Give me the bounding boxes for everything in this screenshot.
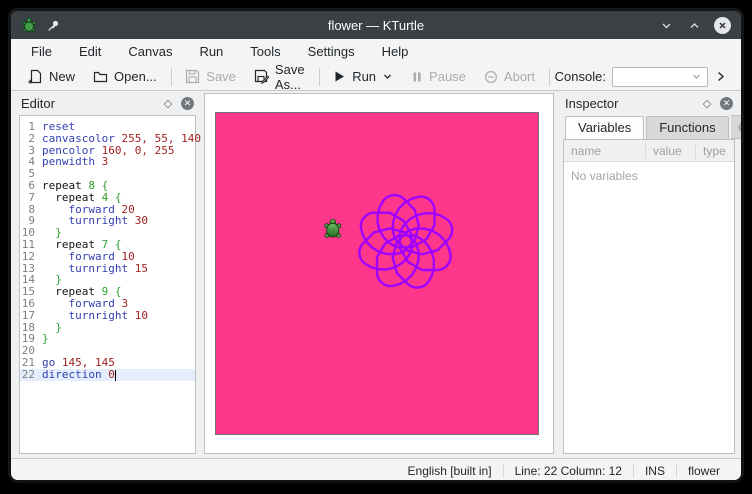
toolbar-separator (319, 68, 320, 86)
line-number: 7 (20, 192, 39, 204)
editor-panel-header: Editor ◇ ✕ (15, 93, 200, 113)
menu-run[interactable]: Run (199, 44, 223, 59)
tab-scroll-left-icon[interactable]: ❮ (737, 122, 742, 133)
save-as-icon (254, 69, 269, 84)
console-label: Console: (555, 69, 606, 84)
inspector-panel-header: Inspector ◇ ✕ (559, 93, 739, 113)
menu-help[interactable]: Help (382, 44, 409, 59)
variables-table-header: name value type (564, 140, 734, 162)
line-number: 22 (20, 369, 39, 381)
tab-variables[interactable]: Variables (565, 116, 644, 139)
status-language: English [built in] (397, 464, 503, 478)
code-editor[interactable]: 1reset2canvascolor 255, 55, 1403pencolor… (19, 115, 196, 454)
status-insert-mode: INS (634, 464, 676, 478)
line-number: 2 (20, 133, 39, 145)
tab-functions[interactable]: Functions (646, 116, 728, 139)
editor-panel: Editor ◇ ✕ 1reset2canvascolor 255, 55, 1… (15, 93, 200, 454)
menu-edit[interactable]: Edit (79, 44, 101, 59)
combo-chevron-down-icon (691, 71, 702, 82)
abort-button-label: Abort (504, 69, 535, 84)
menu-file[interactable]: File (31, 44, 52, 59)
tab-scroll-buttons: ❮ ❯ (731, 115, 742, 139)
open-button[interactable]: Open... (84, 66, 166, 87)
new-button-label: New (49, 69, 75, 84)
new-button[interactable]: New (19, 66, 84, 87)
pause-icon (411, 71, 423, 83)
code-line-22[interactable]: 22direction 0 (20, 369, 195, 381)
column-name[interactable]: name (564, 143, 646, 159)
titlebar: flower — KTurtle (11, 11, 741, 39)
pause-button-label: Pause (429, 69, 466, 84)
abort-icon (484, 70, 498, 84)
status-document-name: flower (677, 464, 731, 478)
save-button-label: Save (206, 69, 236, 84)
menubar: File Edit Canvas Run Tools Settings Help (11, 39, 741, 63)
save-button[interactable]: Save (176, 66, 245, 87)
folder-icon (93, 69, 108, 84)
menu-tools[interactable]: Tools (250, 44, 280, 59)
new-file-icon (28, 69, 43, 84)
minimize-button[interactable] (658, 17, 674, 33)
menu-settings[interactable]: Settings (308, 44, 355, 59)
run-icon (333, 70, 346, 83)
run-button[interactable]: Run (324, 66, 402, 87)
save-as-button[interactable]: Save As... (245, 59, 314, 95)
editor-panel-title: Editor (21, 96, 55, 111)
editor-float-icon[interactable]: ◇ (161, 96, 175, 110)
app-icon-turtle (21, 17, 37, 33)
column-value[interactable]: value (646, 143, 696, 159)
menu-canvas[interactable]: Canvas (128, 44, 172, 59)
close-button[interactable] (714, 17, 731, 34)
line-number: 16 (20, 298, 39, 310)
text-cursor (115, 370, 116, 381)
abort-button[interactable]: Abort (475, 66, 544, 87)
open-button-label: Open... (114, 69, 157, 84)
no-variables-text: No variables (564, 162, 734, 190)
line-number: 11 (20, 239, 39, 251)
line-number: 6 (20, 180, 39, 192)
line-number: 21 (20, 357, 39, 369)
main-area: Editor ◇ ✕ 1reset2canvascolor 255, 55, 1… (11, 91, 741, 458)
turtle-canvas[interactable] (215, 112, 539, 435)
pause-button[interactable]: Pause (402, 66, 475, 87)
toolbar: New Open... Save Save As... Run (11, 63, 741, 91)
canvas-view (204, 93, 554, 454)
column-type[interactable]: type (696, 143, 734, 159)
run-button-label: Run (352, 69, 376, 84)
inspector-panel-title: Inspector (565, 96, 618, 111)
inspector-tabbar: Variables Functions ❮ ❯ (563, 115, 735, 139)
inspector-float-icon[interactable]: ◇ (700, 96, 714, 110)
statusbar: English [built in] Line: 22 Column: 12 I… (11, 458, 741, 481)
inspector-close-icon[interactable]: ✕ (720, 97, 733, 110)
run-dropdown-chevron-icon[interactable] (382, 71, 393, 82)
line-number: 12 (20, 251, 39, 263)
window-title: flower — KTurtle (11, 18, 741, 33)
console-input[interactable] (612, 67, 708, 87)
editor-close-icon[interactable]: ✕ (181, 97, 194, 110)
app-window: flower — KTurtle File Edit Canvas Run To… (10, 10, 742, 481)
status-cursor-position: Line: 22 Column: 12 (504, 464, 633, 478)
maximize-button[interactable] (686, 17, 702, 33)
pin-icon[interactable] (45, 17, 61, 33)
toolbar-separator (549, 68, 550, 86)
toolbar-overflow-button[interactable] (708, 70, 733, 83)
save-as-button-label: Save As... (275, 62, 305, 92)
save-icon (185, 69, 200, 84)
line-number: 17 (20, 310, 39, 322)
inspector-panel: Inspector ◇ ✕ Variables Functions ❮ ❯ (559, 93, 739, 454)
variables-table: name value type No variables (563, 139, 735, 454)
toolbar-separator (171, 68, 172, 86)
